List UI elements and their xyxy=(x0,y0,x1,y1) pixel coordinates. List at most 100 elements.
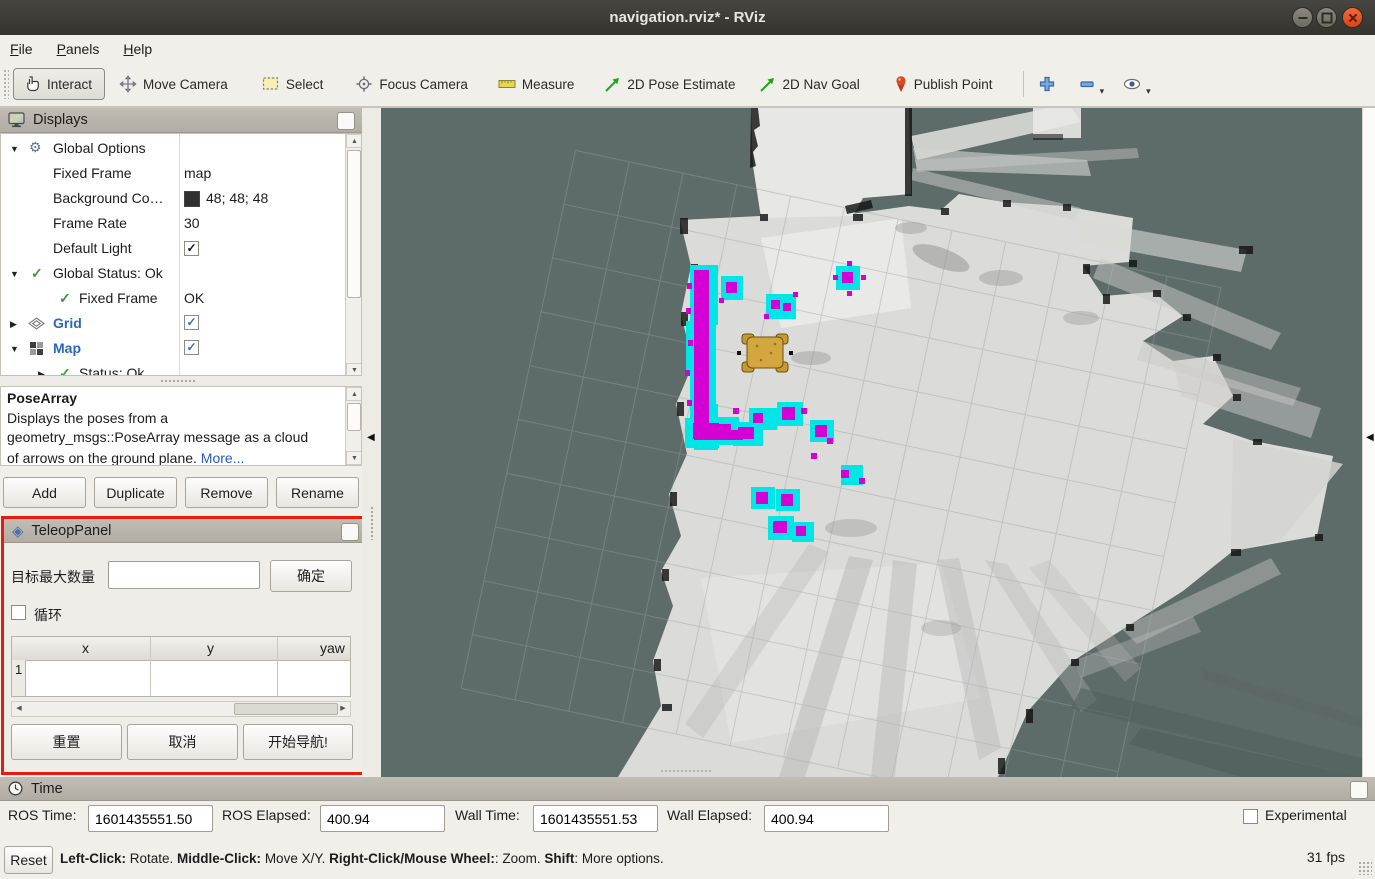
max-goals-input[interactable] xyxy=(108,561,260,589)
teleop-panel-header[interactable]: ◈ TeleopPanel xyxy=(4,519,366,543)
maximize-icon xyxy=(1321,12,1332,23)
toolbar-drag-handle[interactable] xyxy=(3,69,9,99)
scrollbar-thumb[interactable] xyxy=(234,703,338,715)
description-title: PoseArray xyxy=(7,389,337,408)
tool-move-camera[interactable]: Move Camera xyxy=(119,75,228,93)
column-header-yaw[interactable]: yaw xyxy=(320,640,345,656)
scroll-down-arrow[interactable]: ▼ xyxy=(346,451,362,465)
scroll-up-arrow[interactable]: ▲ xyxy=(346,134,362,148)
scroll-right-arrow[interactable]: ▶ xyxy=(336,702,350,716)
tool-2d-nav-goal[interactable]: 2D Nav Goal xyxy=(759,76,859,93)
tool-2d-pose-estimate[interactable]: 2D Pose Estimate xyxy=(604,76,735,93)
start-navigation-button[interactable]: 开始导航! xyxy=(243,724,353,760)
tool-interact[interactable]: Interact xyxy=(13,68,105,100)
displays-panel-header[interactable]: Displays xyxy=(0,108,362,133)
waypoint-table[interactable]: x y yaw 1 xyxy=(11,636,351,697)
panel-float-button[interactable] xyxy=(337,112,355,130)
tree-row-background-color[interactable]: Background Co… 48; 48; 48 xyxy=(1,187,345,212)
tool-publish-point[interactable]: Publish Point xyxy=(894,75,993,93)
expander-icon[interactable]: ▼ xyxy=(10,344,19,354)
tree-row-grid[interactable]: ▶ Grid ✓ xyxy=(1,312,345,337)
menubar: File Panels Help xyxy=(0,35,1375,62)
display-description[interactable]: PoseArray Displays the poses from a geom… xyxy=(0,386,362,466)
wall-time-input[interactable] xyxy=(533,805,658,832)
displays-tree-scrollbar[interactable]: ▲ ▼ xyxy=(345,134,362,376)
resize-grip[interactable] xyxy=(1358,861,1372,875)
experimental-checkbox[interactable] xyxy=(1243,809,1258,824)
wall-elapsed-input[interactable] xyxy=(764,805,889,832)
table-h-scrollbar[interactable]: ◀ ▶ xyxy=(11,701,351,717)
default-light-checkbox[interactable]: ✓ xyxy=(184,241,199,256)
confirm-button[interactable]: 确定 xyxy=(270,560,352,592)
rename-button[interactable]: Rename xyxy=(276,477,359,508)
chevron-down-icon[interactable]: ▾ xyxy=(1100,86,1105,97)
row-header-1[interactable]: 1 xyxy=(12,660,26,696)
titlebar[interactable]: navigation.rviz* - RViz xyxy=(0,0,1375,36)
chevron-down-icon[interactable]: ▾ xyxy=(1146,86,1151,97)
duplicate-button[interactable]: Duplicate xyxy=(94,477,177,508)
tree-row-map[interactable]: ▼ Map ✓ xyxy=(1,337,345,362)
panel-float-button[interactable] xyxy=(341,523,359,541)
ros-elapsed-input[interactable] xyxy=(320,805,445,832)
background-color-value[interactable]: 48; 48; 48 xyxy=(206,190,268,206)
fps-counter: 31 fps xyxy=(1307,849,1345,865)
remove-tool-button[interactable]: ▾ xyxy=(1078,75,1107,93)
frame-rate-value[interactable]: 30 xyxy=(184,215,200,231)
loop-checkbox[interactable] xyxy=(11,605,26,620)
more-link[interactable]: More... xyxy=(201,450,245,466)
tree-row-fixed-frame-status[interactable]: ✓ Fixed Frame OK xyxy=(1,287,345,312)
panel-float-button[interactable] xyxy=(1350,781,1368,799)
collapse-left-arrow[interactable]: ◀ xyxy=(367,432,375,443)
panel-splitter-horizontal[interactable] xyxy=(0,376,362,386)
minimize-button[interactable] xyxy=(1292,7,1313,28)
tree-row-default-light[interactable]: Default Light ✓ xyxy=(1,237,345,262)
close-button[interactable] xyxy=(1342,7,1363,28)
map-checkbox[interactable]: ✓ xyxy=(184,340,199,355)
menu-file[interactable]: File xyxy=(10,41,33,57)
expander-icon[interactable]: ▶ xyxy=(10,319,17,330)
tree-row-map-status[interactable]: ▶ ✓ Status: Ok xyxy=(1,362,345,376)
crosshair-icon xyxy=(355,75,373,93)
tree-row-frame-rate[interactable]: Frame Rate 30 xyxy=(1,212,345,237)
cancel-button[interactable]: 取消 xyxy=(127,724,238,760)
add-button[interactable]: Add xyxy=(3,477,86,508)
scroll-left-arrow[interactable]: ◀ xyxy=(12,702,26,716)
grid-checkbox[interactable]: ✓ xyxy=(184,315,199,330)
expander-icon[interactable]: ▼ xyxy=(10,144,19,154)
remove-button[interactable]: Remove xyxy=(185,477,268,508)
selection-box-icon xyxy=(262,76,280,92)
expander-icon[interactable]: ▼ xyxy=(10,269,19,279)
collapse-right-arrow[interactable]: ◀ xyxy=(1366,432,1374,443)
hand-icon xyxy=(23,75,41,93)
expander-icon[interactable]: ▶ xyxy=(38,369,45,376)
add-tool-button[interactable] xyxy=(1038,75,1056,93)
color-swatch[interactable] xyxy=(184,191,200,207)
reset-goals-button[interactable]: 重置 xyxy=(11,724,122,760)
tree-row-fixed-frame[interactable]: Fixed Frame map xyxy=(1,162,345,187)
tree-row-global-status[interactable]: ▼ ✓ Global Status: Ok xyxy=(1,262,345,287)
tool-measure[interactable]: Measure xyxy=(498,77,575,92)
scroll-down-arrow[interactable]: ▼ xyxy=(346,363,362,376)
right-panel-splitter[interactable]: ◀ xyxy=(1362,108,1375,777)
column-header-y[interactable]: y xyxy=(207,640,214,656)
maximize-button[interactable] xyxy=(1316,7,1337,28)
column-header-x[interactable]: x xyxy=(82,640,89,656)
panel-splitter-vertical[interactable]: ◀ xyxy=(362,108,381,777)
time-panel-header[interactable]: Time xyxy=(0,777,1375,801)
bottom-splitter-handle[interactable] xyxy=(660,769,712,774)
ros-time-input[interactable] xyxy=(88,805,213,832)
tool-select[interactable]: Select xyxy=(262,76,324,92)
tool-focus-camera[interactable]: Focus Camera xyxy=(355,75,468,93)
displays-tree[interactable]: ▼ ⚙ Global Options Fixed Frame map Backg… xyxy=(0,133,362,376)
tool-visibility-button[interactable]: ▾ xyxy=(1122,76,1153,92)
3d-viewport[interactable] xyxy=(381,108,1362,777)
scrollbar-thumb[interactable] xyxy=(347,403,361,431)
description-scrollbar[interactable]: ▲ ▼ xyxy=(345,387,362,465)
fixed-frame-value[interactable]: map xyxy=(184,165,211,181)
menu-panels[interactable]: Panels xyxy=(57,41,100,57)
reset-button[interactable]: Reset xyxy=(4,846,53,874)
scroll-up-arrow[interactable]: ▲ xyxy=(346,387,362,401)
tree-row-global-options[interactable]: ▼ ⚙ Global Options xyxy=(1,137,345,162)
menu-help[interactable]: Help xyxy=(123,41,152,57)
scrollbar-thumb[interactable] xyxy=(347,150,361,298)
